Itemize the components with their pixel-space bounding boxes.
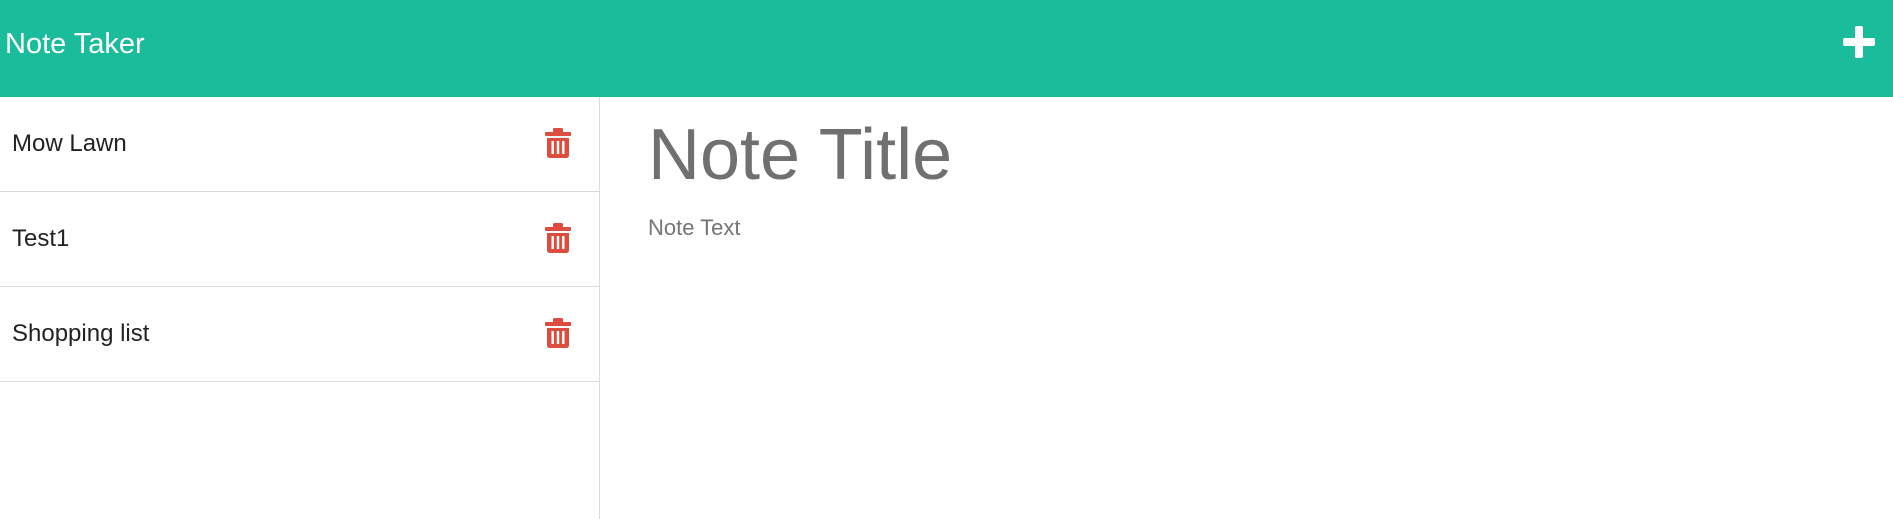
delete-note-button[interactable]	[545, 223, 571, 253]
app-brand[interactable]: Note Taker	[5, 26, 145, 62]
note-list: Mow Lawn Test1 Shopping list	[0, 97, 599, 382]
plus-icon	[1843, 26, 1875, 58]
new-note-button[interactable]	[1841, 24, 1877, 60]
trash-icon	[545, 128, 571, 158]
trash-icon	[545, 223, 571, 253]
note-item-title[interactable]: Test1	[12, 192, 69, 286]
navbar: Note Taker	[0, 0, 1893, 97]
delete-note-button[interactable]	[545, 128, 571, 158]
note-title-input[interactable]	[648, 115, 1848, 195]
note-text-input[interactable]	[648, 215, 1848, 495]
note-item-title[interactable]: Mow Lawn	[12, 97, 127, 191]
delete-note-button[interactable]	[545, 318, 571, 348]
note-list-item[interactable]: Shopping list	[0, 287, 599, 382]
note-list-item[interactable]: Test1	[0, 192, 599, 287]
note-list-item[interactable]: Mow Lawn	[0, 97, 599, 192]
note-editor	[600, 97, 1893, 519]
trash-icon	[545, 318, 571, 348]
notes-sidebar: Mow Lawn Test1 Shopping list	[0, 97, 600, 519]
note-item-title[interactable]: Shopping list	[12, 287, 149, 381]
